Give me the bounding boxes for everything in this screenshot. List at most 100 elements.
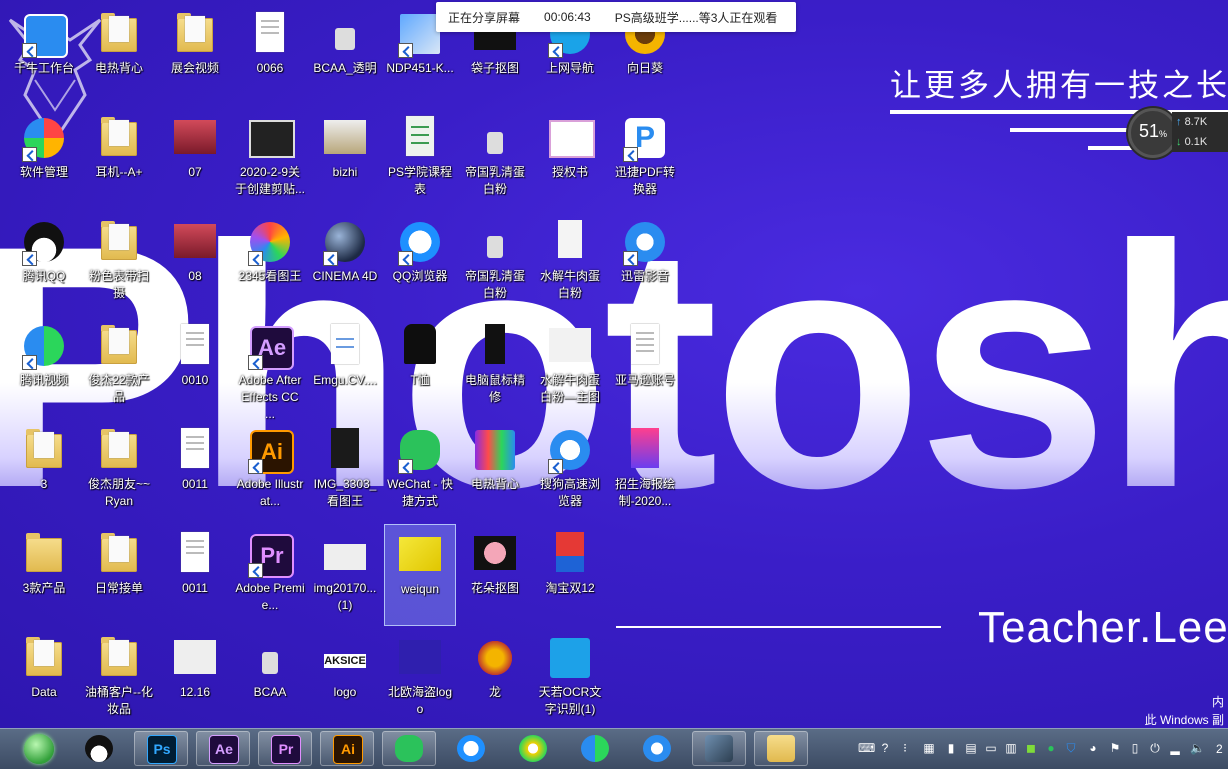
desktop-icon-folder[interactable]: 俊杰22款产品 bbox=[84, 316, 154, 416]
desktop-icon-thunder-player[interactable]: 迅雷影音 bbox=[610, 212, 680, 312]
desktop-icon-illustrator[interactable]: Ai Adobe Illustrat... bbox=[235, 420, 305, 520]
wechat-tray-icon[interactable]: ● bbox=[1044, 741, 1058, 755]
certificate-image-icon bbox=[549, 120, 595, 158]
desktop-icon-image[interactable]: 帝国乳清蛋白粉 bbox=[460, 212, 530, 312]
taskbar-window-thumbnail[interactable] bbox=[692, 731, 746, 766]
desktop-icon-folder[interactable]: 粉色表带扫摄 bbox=[84, 212, 154, 312]
help-icon[interactable]: ? bbox=[878, 741, 892, 755]
desktop-icon-wechat[interactable]: WeChat - 快捷方式 bbox=[385, 420, 455, 520]
desktop-icon-cinema4d[interactable]: CINEMA 4D bbox=[310, 212, 380, 312]
desktop-icon-software-manager[interactable]: 软件管理 bbox=[9, 108, 79, 208]
desktop-icon-document[interactable]: 0011 bbox=[160, 420, 230, 520]
desktop-icon-image[interactable]: T恤 bbox=[385, 316, 455, 416]
desktop-icon-image[interactable]: 授权书 bbox=[535, 108, 605, 208]
desktop-icon-image[interactable]: 12.16 bbox=[160, 628, 230, 728]
clipboard-icon[interactable]: ▯ bbox=[1128, 741, 1142, 755]
taskbar-after-effects[interactable]: Ae bbox=[196, 731, 250, 766]
nvidia-icon[interactable]: ◼ bbox=[1024, 741, 1038, 755]
desktop-icon-ocr[interactable]: 天若OCR文字识别(1) bbox=[535, 628, 605, 728]
desktop-icon-image[interactable]: 电脑鼠标精修 bbox=[460, 316, 530, 416]
desktop-icon-excel[interactable]: PS学院课程表 bbox=[385, 108, 455, 208]
desktop-icon-image[interactable]: IMG_3303_看图王 bbox=[310, 420, 380, 520]
desktop-icon-folder[interactable]: 油桶客户--化妆品 bbox=[84, 628, 154, 728]
desktop-icon-2345-viewer[interactable]: 2345看图王 bbox=[235, 212, 305, 312]
network-signal-icon[interactable]: ▂ bbox=[1168, 741, 1182, 755]
desktop-icon-video[interactable]: 2020-2-9关于创建剪贴... bbox=[235, 108, 305, 208]
taskbar-file-explorer[interactable] bbox=[754, 731, 808, 766]
flag-icon[interactable]: ⚑ bbox=[1108, 741, 1122, 755]
screen-share-banner[interactable]: 正在分享屏幕 00:06:43 PS高级班学......等3人正在观看 bbox=[436, 2, 796, 32]
shield-icon[interactable]: ⛉ bbox=[1064, 741, 1078, 755]
taskbar-qq[interactable] bbox=[72, 731, 126, 766]
desktop-icon-folder[interactable]: 3 bbox=[9, 420, 79, 520]
desktop-icon-folder[interactable]: 电热背心 bbox=[84, 4, 154, 104]
desktop-icon-image[interactable]: 水解牛肉蛋白粉 bbox=[535, 212, 605, 312]
taskbar-tencent-video[interactable] bbox=[568, 731, 622, 766]
desktop-icon-qq[interactable]: 腾讯QQ bbox=[9, 212, 79, 312]
desktop-icon-image[interactable]: 帝国乳清蛋白粉 bbox=[460, 108, 530, 208]
app-tray-icon[interactable]: ▮ bbox=[944, 741, 958, 755]
desktop-icon-image[interactable]: 07 bbox=[160, 108, 230, 208]
monitor-icon[interactable]: ▭ bbox=[984, 741, 998, 755]
desktop-icon-logo[interactable]: AKSICE logo bbox=[310, 628, 380, 728]
desktop-icon-image[interactable]: BCAA_透明 bbox=[310, 4, 380, 104]
taskbar-clock[interactable]: 2 bbox=[1216, 742, 1223, 756]
desktop-icon-text-file[interactable]: 亚马逊账号 bbox=[610, 316, 680, 416]
desktop-icon-pdf-converter[interactable]: P 迅捷PDF转换器 bbox=[610, 108, 680, 208]
taskbar-photoshop[interactable]: Ps bbox=[134, 731, 188, 766]
desktop-icon-premiere[interactable]: Pr Adobe Premie... bbox=[235, 524, 305, 624]
desktop-icon-after-effects[interactable]: Ae Adobe After Effects CC ... bbox=[235, 316, 305, 421]
document-icon bbox=[181, 324, 209, 364]
keyboard-icon[interactable]: ⌨ bbox=[858, 741, 875, 755]
volume-icon[interactable]: 🔈 bbox=[1190, 741, 1205, 755]
taskbar-thunder-player[interactable] bbox=[630, 731, 684, 766]
desktop-icon-folder[interactable]: 耳机--A+ bbox=[84, 108, 154, 208]
desktop-icon-document[interactable]: 0066 bbox=[235, 4, 305, 104]
desktop-icon-folder[interactable]: 3款产品 bbox=[9, 524, 79, 624]
desktop-icon-image[interactable]: 08 bbox=[160, 212, 230, 312]
desktop[interactable]: Photoshop 让更多人拥有一技之长 Teacher.Lee 内 此 Win… bbox=[0, 0, 1228, 728]
desktop-icon-image[interactable]: 花朵抠图 bbox=[460, 524, 530, 624]
desktop-icon-tencent-video[interactable]: 腾讯视频 bbox=[9, 316, 79, 416]
desktop-icon-folder[interactable]: Data bbox=[9, 628, 79, 728]
desktop-icon-image[interactable]: BCAA bbox=[235, 628, 305, 728]
app-tray-icon[interactable]: ▥ bbox=[1004, 741, 1018, 755]
taskbar-qq-music[interactable] bbox=[506, 731, 560, 766]
taskbar-wechat[interactable] bbox=[382, 731, 436, 766]
product-image-icon bbox=[558, 220, 582, 258]
windows-start-orb-icon bbox=[24, 734, 54, 764]
taskbar-illustrator[interactable]: Ai bbox=[320, 731, 374, 766]
desktop-icon-document[interactable]: 0011 bbox=[160, 524, 230, 624]
desktop-icon-dragon[interactable]: 龙 bbox=[460, 628, 530, 728]
desktop-icon-archive[interactable]: 电热背心 bbox=[460, 420, 530, 520]
desktop-icon-image[interactable]: 招生海报绘制-2020... bbox=[610, 420, 680, 520]
desktop-icon-folder[interactable]: 日常接单 bbox=[84, 524, 154, 624]
desktop-icon-folder[interactable]: 展会视频 bbox=[160, 4, 230, 104]
desktop-icon-qianniu[interactable]: 千牛工作台 bbox=[9, 4, 79, 104]
desktop-icon-image[interactable]: img20170...(1) bbox=[310, 524, 380, 624]
share-viewers[interactable]: PS高级班学......等3人正在观看 bbox=[603, 9, 790, 26]
desktop-icon-image[interactable]: 水解牛肉蛋白粉—主图 bbox=[535, 316, 605, 416]
aksice-logo-icon: AKSICE bbox=[324, 654, 366, 668]
app-tray-icon[interactable]: ▤ bbox=[964, 741, 978, 755]
desktop-icon-logo[interactable]: 北欧海盗logo bbox=[385, 628, 455, 728]
thunder-player-icon bbox=[643, 735, 671, 762]
desktop-icon-qq-browser[interactable]: QQ浏览器 bbox=[385, 212, 455, 312]
power-icon[interactable]: ⏻ bbox=[1148, 741, 1162, 755]
input-method-icon[interactable]: ⁝ bbox=[898, 741, 912, 755]
desktop-icon-weiqun-selected[interactable]: weiqun bbox=[384, 524, 456, 626]
start-button[interactable] bbox=[10, 731, 66, 766]
taskbar-premiere[interactable]: Pr bbox=[258, 731, 312, 766]
app-tray-icon[interactable]: ▦ bbox=[922, 741, 936, 755]
qq-tray-icon[interactable]: ◕ bbox=[1086, 741, 1100, 755]
network-monitor-widget[interactable]: 51% ↑ 8.7K ↓ 0.1K bbox=[1128, 104, 1228, 160]
shortcut-arrow-icon bbox=[398, 251, 413, 266]
desktop-icon-emgu[interactable]: Emgu.CV.... bbox=[310, 316, 380, 416]
desktop-icon-document[interactable]: 0010 bbox=[160, 316, 230, 416]
desktop-icon-sogou-browser[interactable]: 搜狗高速浏览器 bbox=[535, 420, 605, 520]
shortcut-arrow-icon bbox=[22, 147, 37, 162]
desktop-icon-folder[interactable]: 俊杰朋友~~Ryan bbox=[84, 420, 154, 520]
taskbar-qq-browser[interactable] bbox=[444, 731, 498, 766]
desktop-icon-image[interactable]: bizhi bbox=[310, 108, 380, 208]
desktop-icon-image[interactable]: 淘宝双12 bbox=[535, 524, 605, 624]
